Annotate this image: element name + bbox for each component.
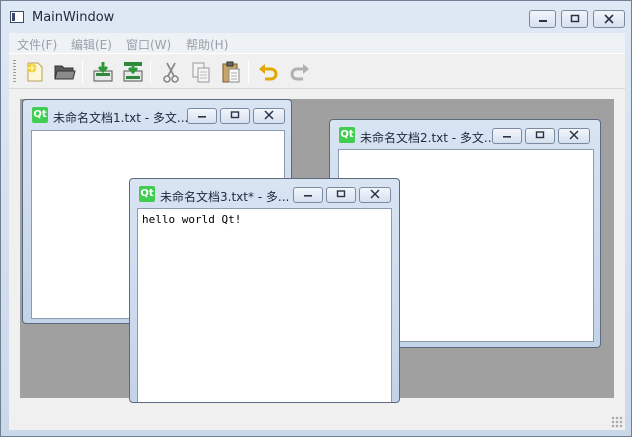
save-button[interactable] (91, 60, 115, 84)
toolbar-separator (150, 60, 151, 84)
paste-icon (222, 61, 240, 83)
open-button[interactable] (53, 60, 77, 84)
subwindow-title: 未命名文档2.txt - 多文... (360, 131, 496, 145)
restore-icon (535, 131, 545, 139)
minimize-icon (198, 116, 206, 118)
new-button[interactable] (23, 60, 47, 84)
restore-icon (336, 190, 346, 198)
restore-icon (230, 111, 240, 119)
main-window: MainWindow 文件(F) 编辑(E) 窗口(W) 帮助(H) Qt 未命… (0, 0, 632, 437)
close-icon (569, 130, 579, 140)
menu-window[interactable]: 窗口(W) (126, 36, 171, 53)
undo-icon (259, 64, 278, 81)
copy-icon (192, 62, 210, 83)
toolbar-grip[interactable] (13, 60, 16, 84)
subwindow-close-button[interactable] (558, 128, 590, 144)
text-editor[interactable]: hello world Qt! (137, 208, 392, 402)
save-icon (93, 62, 113, 82)
close-icon (604, 14, 614, 24)
subwindow-minimize-button[interactable] (492, 128, 522, 144)
mdi-area[interactable]: Qt 未命名文档1.txt - 多文... Qt 未命名文档2.txt - 多文… (20, 99, 614, 403)
open-folder-icon (54, 65, 76, 80)
client-area: 文件(F) 编辑(E) 窗口(W) 帮助(H) Qt 未命名文档1.txt - … (9, 33, 625, 430)
minimize-icon (304, 195, 312, 197)
minimize-icon (538, 20, 547, 22)
minimize-icon (503, 136, 511, 138)
paste-button[interactable] (219, 60, 243, 84)
title-bar[interactable]: MainWindow (1, 1, 631, 33)
save-as-icon (123, 62, 143, 82)
close-icon (264, 110, 274, 120)
close-button[interactable] (593, 10, 625, 28)
resize-grip[interactable] (611, 416, 623, 428)
window-title: MainWindow (32, 10, 115, 25)
subwindow-close-button[interactable] (359, 187, 391, 203)
undo-button[interactable] (257, 60, 281, 84)
subwindow-close-button[interactable] (253, 108, 285, 124)
maximize-icon (570, 14, 579, 23)
subwindow-doc3[interactable]: Qt 未命名文档3.txt* - 多... hello world Qt! (129, 178, 400, 403)
qt-logo-icon: Qt (139, 186, 155, 202)
new-file-icon (27, 62, 43, 82)
subwindow-maximize-button[interactable] (525, 128, 555, 144)
subwindow-maximize-button[interactable] (326, 187, 356, 203)
subwindow-minimize-button[interactable] (293, 187, 323, 203)
subwindow-minimize-button[interactable] (187, 108, 217, 124)
menu-file[interactable]: 文件(F) (17, 36, 57, 53)
toolbar-separator (82, 60, 83, 84)
status-bar (9, 406, 625, 430)
toolbar (9, 53, 625, 89)
save-as-button[interactable] (121, 60, 145, 84)
subwindow-title: 未命名文档3.txt* - 多... (160, 190, 290, 204)
maximize-button[interactable] (561, 10, 588, 28)
menu-help[interactable]: 帮助(H) (186, 36, 228, 53)
subwindow-title: 未命名文档1.txt - 多文... (53, 111, 189, 125)
cut-icon (163, 62, 179, 83)
subwindow-maximize-button[interactable] (220, 108, 250, 124)
qt-logo-icon: Qt (339, 127, 355, 143)
editor-content: hello world Qt! (142, 213, 242, 226)
menu-bar: 文件(F) 编辑(E) 窗口(W) 帮助(H) (9, 33, 625, 53)
qt-logo-icon: Qt (32, 107, 48, 123)
redo-button[interactable] (287, 60, 311, 84)
cut-button[interactable] (159, 60, 183, 84)
app-window-icon (10, 11, 24, 23)
copy-button[interactable] (189, 60, 213, 84)
redo-icon (290, 64, 309, 81)
menu-edit[interactable]: 编辑(E) (71, 36, 112, 53)
minimize-button[interactable] (529, 10, 556, 28)
toolbar-separator (248, 60, 249, 84)
close-icon (370, 189, 380, 199)
